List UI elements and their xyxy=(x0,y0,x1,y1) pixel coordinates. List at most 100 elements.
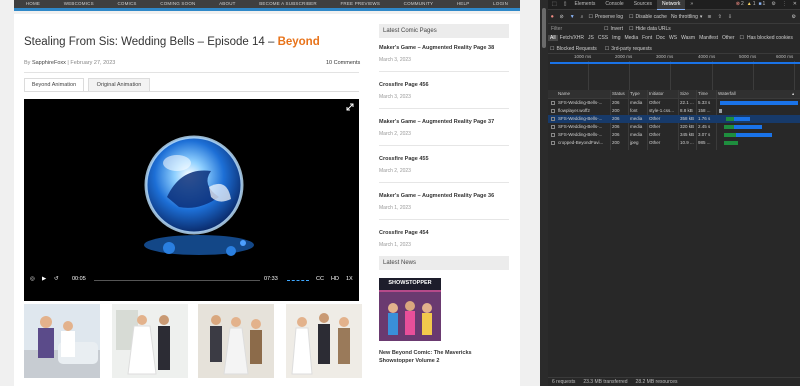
news-item[interactable]: SHOWSTOPPER xyxy=(379,278,509,341)
thumbnail[interactable] xyxy=(198,304,274,378)
comments-link[interactable]: 10 Comments xyxy=(326,60,360,66)
comic-title[interactable]: Crossfire Page 455 xyxy=(379,156,509,162)
request-name[interactable]: SFS-Wedding-Bells-... xyxy=(558,116,606,121)
thumbnail[interactable] xyxy=(112,304,188,378)
type-wasm[interactable]: Wasm xyxy=(679,35,697,41)
type-css[interactable]: CSS xyxy=(596,35,610,41)
request-name[interactable]: SFS-Wedding-Bells-... xyxy=(558,132,606,137)
hide-data-urls-checkbox[interactable]: ☐ xyxy=(627,26,635,32)
news-thumbnail[interactable] xyxy=(379,278,441,341)
clear-icon[interactable]: ⊘ xyxy=(557,14,567,20)
nav-home[interactable]: HOME xyxy=(26,0,40,8)
news-title-line[interactable]: Showstopper Volume 2 xyxy=(379,358,509,364)
column-time[interactable]: Time xyxy=(698,91,714,96)
request-initiator[interactable]: style-1.css... xyxy=(649,108,677,113)
comic-list-item[interactable]: Crossfire Page 454 March 1, 2023 xyxy=(379,230,509,248)
blocked-cookies-checkbox[interactable]: ☐ xyxy=(737,35,745,41)
filter-icon[interactable]: ▼ xyxy=(567,14,578,20)
tab-console[interactable]: Console xyxy=(600,0,628,9)
thumbnail[interactable] xyxy=(286,304,362,378)
request-name[interactable]: flowplayer.woff2 xyxy=(558,108,606,113)
type-js[interactable]: JS xyxy=(586,35,596,41)
nav-coming-soon[interactable]: COMING SOON xyxy=(160,0,195,8)
nav-about[interactable]: ABOUT xyxy=(219,0,236,8)
play-icon[interactable]: ▶ xyxy=(42,276,46,282)
type-img[interactable]: Img xyxy=(610,35,622,41)
page-scrollbar[interactable] xyxy=(540,0,548,386)
quality-button[interactable]: HD xyxy=(331,276,339,282)
volume-slider[interactable] xyxy=(287,280,309,282)
network-settings-icon[interactable]: ⚙ xyxy=(788,14,800,20)
comic-title[interactable]: Crossfire Page 456 xyxy=(379,82,509,88)
comic-list-item[interactable]: Maker's Game – Augmented Reality Page 37… xyxy=(379,119,509,146)
request-row[interactable]: SFS-Wedding-Bells-... 206 media Other 34… xyxy=(548,131,800,139)
tab-network[interactable]: Network xyxy=(657,0,686,10)
tab-original-animation[interactable]: Original Animation xyxy=(88,78,150,92)
tab-sources[interactable]: Sources xyxy=(629,0,657,9)
download-icon[interactable]: ⇩ xyxy=(725,14,735,20)
record-icon[interactable]: ⏺ xyxy=(548,14,557,20)
timeline-overview[interactable]: 1000 ms 2000 ms 3000 ms 4000 ms 5000 ms … xyxy=(548,54,800,91)
comic-list-item[interactable]: Crossfire Page 455 March 2, 2023 xyxy=(379,156,509,183)
speed-button[interactable]: 1X xyxy=(346,276,353,282)
column-initiator[interactable]: Initiator xyxy=(649,91,677,96)
type-manifest[interactable]: Manifest xyxy=(697,35,720,41)
request-name[interactable]: cropped-BeyondFavi... xyxy=(558,140,606,145)
filter-input[interactable]: Filter xyxy=(548,26,602,32)
nav-webcomics[interactable]: WEBCOMICS xyxy=(64,0,94,8)
kebab-menu-icon[interactable]: ⋮ xyxy=(779,0,790,9)
comic-title[interactable]: Maker's Game – Augmented Reality Page 38 xyxy=(379,45,509,51)
scrollbar-thumb[interactable] xyxy=(542,8,546,48)
column-type[interactable]: Type xyxy=(630,91,648,96)
nav-login[interactable]: LOGIN xyxy=(493,0,508,8)
comic-list-item[interactable]: Crossfire Page 456 March 3, 2023 xyxy=(379,82,509,109)
inspect-icon[interactable]: ⬚ xyxy=(548,0,561,9)
type-fetch-xhr[interactable]: Fetch/XHR xyxy=(558,35,586,41)
comic-list-item[interactable]: Maker's Game – Augmented Reality Page 38… xyxy=(379,45,509,72)
throttling-select[interactable]: No throttling xyxy=(671,14,698,20)
close-icon[interactable]: ✕ xyxy=(790,0,800,9)
search-icon[interactable]: ⌕ xyxy=(578,14,587,20)
fullscreen-icon[interactable] xyxy=(346,103,354,111)
video-progress-bar[interactable] xyxy=(94,280,260,281)
comic-title[interactable]: Maker's Game – Augmented Reality Page 36 xyxy=(379,193,509,199)
request-name[interactable]: SFS-Wedding-Bells-... xyxy=(558,124,606,129)
request-row[interactable]: SFS-Wedding-Bells-... 206 media Other 22… xyxy=(548,99,800,107)
type-doc[interactable]: Doc xyxy=(654,35,667,41)
nav-comics[interactable]: COMICS xyxy=(117,0,136,8)
news-title-line[interactable]: New Beyond Comic: The Mavericks xyxy=(379,350,509,356)
type-media[interactable]: Media xyxy=(622,35,640,41)
comic-list-item[interactable]: Maker's Game – Augmented Reality Page 36… xyxy=(379,193,509,220)
tab-beyond-animation[interactable]: Beyond Animation xyxy=(24,78,84,92)
tab-elements[interactable]: Elements xyxy=(570,0,601,9)
blocked-requests-checkbox[interactable]: ☐ xyxy=(548,46,556,52)
nav-free-previews[interactable]: FREE PREVIEWS xyxy=(340,0,380,8)
thumbnail[interactable] xyxy=(24,304,100,378)
settings-icon[interactable]: ⚙ xyxy=(768,0,778,9)
video-player[interactable]: ◎ ▶ ↺ 00:05 07:33 CC HD 1X xyxy=(24,99,359,301)
preserve-log-checkbox[interactable]: ☐ xyxy=(586,14,594,20)
request-name[interactable]: SFS-Wedding-Bells-... xyxy=(558,100,606,105)
nav-subscribe[interactable]: BECOME A SUBSCRIBER xyxy=(259,0,317,8)
device-toggle-icon[interactable]: ▯ xyxy=(561,0,570,9)
warning-icon[interactable]: ▲ xyxy=(746,0,753,9)
type-font[interactable]: Font xyxy=(640,35,654,41)
airplay-icon[interactable]: ◎ xyxy=(30,276,35,282)
column-size[interactable]: Size xyxy=(680,91,696,96)
third-party-checkbox[interactable]: ☐ xyxy=(603,46,611,52)
nav-community[interactable]: COMMUNITY xyxy=(404,0,434,8)
column-name[interactable]: Name xyxy=(558,91,606,96)
invert-checkbox[interactable]: ☐ xyxy=(602,26,610,32)
captions-button[interactable]: CC xyxy=(316,276,324,282)
more-tabs-icon[interactable]: » xyxy=(685,0,698,9)
type-ws[interactable]: WS xyxy=(667,35,679,41)
column-waterfall[interactable]: Waterfall xyxy=(718,91,798,96)
nav-help[interactable]: HELP xyxy=(457,0,470,8)
wifi-icon[interactable]: ≋ xyxy=(704,14,714,20)
disable-cache-checkbox[interactable]: ☐ xyxy=(627,14,635,20)
request-row-selected[interactable]: SFS-Wedding-Bells-... 206 media Other 35… xyxy=(548,115,800,123)
column-status[interactable]: Status xyxy=(612,91,626,96)
upload-icon[interactable]: ⇧ xyxy=(715,14,725,20)
rewind-icon[interactable]: ↺ xyxy=(54,276,59,282)
request-row[interactable]: cropped-BeyondFavi... 200 jpeg Other 10.… xyxy=(548,139,800,147)
